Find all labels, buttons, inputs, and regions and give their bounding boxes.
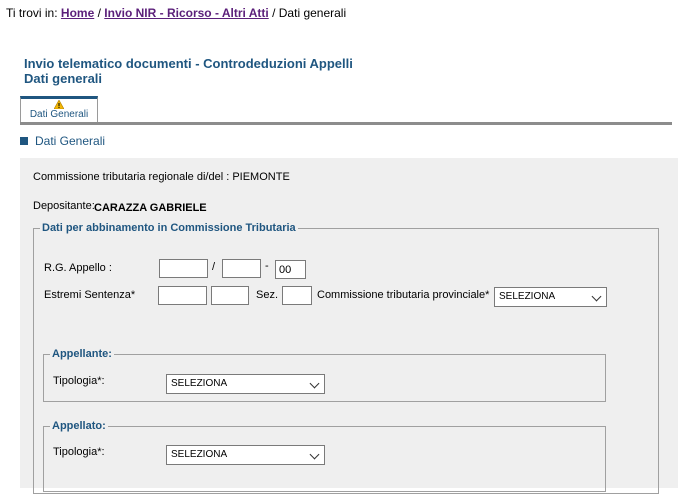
appellato-tipologia-select[interactable]: SELEZIONA	[166, 445, 325, 465]
sez-label: Sez.	[256, 289, 279, 301]
tab-label: Dati Generali	[29, 109, 89, 120]
breadcrumb: Ti trovi in: Home / Invio NIR - Ricorso …	[6, 6, 346, 20]
appellante-legend: Appellante:	[52, 348, 112, 360]
tab-dati-generali[interactable]: Dati Generali	[20, 96, 98, 122]
rg-appello-numero-input[interactable]	[159, 259, 208, 278]
appellante-tipologia-select[interactable]: SELEZIONA	[166, 374, 325, 394]
commissione-regionale-label: Commissione tributaria regionale di/del …	[33, 171, 230, 183]
breadcrumb-current: Dati generali	[278, 6, 347, 20]
chevron-down-icon	[591, 291, 602, 302]
estremi-sentenza-anno-input[interactable]	[211, 286, 249, 305]
square-bullet-icon	[20, 137, 28, 145]
commissione-regionale-value: PIEMONTE	[232, 171, 290, 183]
page-title-line1: Invio telematico documenti - Controdeduz…	[24, 56, 353, 71]
sez-input[interactable]	[282, 286, 312, 305]
appellato-tipologia-label: Tipologia*:	[53, 446, 105, 458]
breadcrumb-separator: /	[97, 6, 101, 20]
chevron-down-icon	[309, 378, 320, 389]
chevron-down-icon	[309, 449, 320, 460]
page-title: Invio telematico documenti - Controdeduz…	[24, 56, 353, 86]
appellante-tipologia-label: Tipologia*:	[53, 375, 105, 387]
appellato-tipologia-selected: SELEZIONA	[171, 449, 228, 460]
commissione-provinciale-label: Commissione tributaria provinciale*	[317, 289, 490, 301]
rg-appello-label: R.G. Appello :	[44, 262, 112, 274]
section-title: Dati Generali	[20, 134, 105, 148]
abbinamento-legend: Dati per abbinamento in Commissione Trib…	[42, 222, 296, 234]
breadcrumb-section-link[interactable]: Invio NIR - Ricorso - Altri Atti	[104, 6, 268, 20]
appellato-legend: Appellato:	[52, 420, 106, 432]
breadcrumb-separator: /	[272, 6, 276, 20]
estremi-sentenza-label: Estremi Sentenza*	[44, 289, 136, 301]
breadcrumb-prefix: Ti trovi in:	[6, 6, 58, 20]
depositante-value: CARAZZA GABRIELE	[94, 202, 207, 214]
appellante-tipologia-selected: SELEZIONA	[171, 378, 228, 389]
commissione-provinciale-select[interactable]: SELEZIONA	[494, 287, 607, 307]
page-title-line2: Dati generali	[24, 71, 103, 86]
section-title-label: Dati Generali	[35, 134, 106, 148]
rg-separator-dash: -	[265, 260, 269, 272]
commissione-provinciale-selected: SELEZIONA	[499, 291, 556, 302]
depositante-label: Depositante:	[33, 200, 95, 212]
warning-icon	[54, 100, 64, 109]
rg-appello-anno-input[interactable]	[222, 259, 261, 278]
tab-bar-divider	[20, 122, 672, 125]
rg-separator-slash: /	[212, 261, 216, 273]
commissione-regionale-row: Commissione tributaria regionale di/del …	[33, 171, 290, 183]
rg-appello-suffix-input[interactable]	[275, 260, 306, 279]
breadcrumb-home-link[interactable]: Home	[61, 6, 94, 20]
estremi-sentenza-numero-input[interactable]	[158, 286, 207, 305]
